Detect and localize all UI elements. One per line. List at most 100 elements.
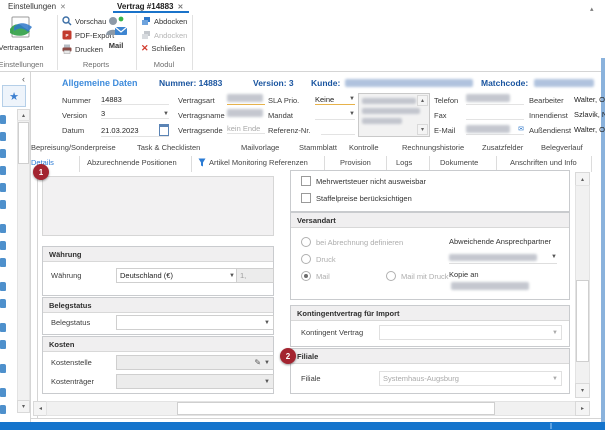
list-item-icon[interactable] [0,132,6,141]
address-scroll-up-button[interactable]: ▴ [417,95,428,106]
content-scroll-down-button[interactable]: ▾ [575,383,590,398]
panel-border [37,172,38,418]
page-title: Allgemeine Daten [62,78,138,88]
calendar-icon[interactable] [159,124,169,136]
kurs-field[interactable]: 1, [236,268,274,283]
sla-prio-combobox[interactable]: Keine ▼ [315,94,355,105]
mail-person-icon [104,15,128,39]
list-item-icon[interactable] [0,183,6,192]
kontingent-vertrag-combobox[interactable]: ▼ [379,325,562,340]
referenz-nr-field[interactable] [321,124,355,135]
tab-anschriften[interactable]: Anschriften und Info [510,158,577,167]
hscrollbar-thumb[interactable] [177,402,495,415]
list-item-icon[interactable] [0,282,6,291]
tab-provision[interactable]: Provision [340,158,371,167]
collapse-panel-icon[interactable]: ‹ [22,74,25,84]
list-item-icon[interactable] [0,299,6,308]
belegstatus-group: Belegstatus Belegstatus ▼ [42,297,274,335]
list-item-icon[interactable] [0,224,6,233]
list-item-icon[interactable] [0,166,6,175]
list-item-icon[interactable] [0,388,6,397]
version-combobox[interactable]: 3 ▼ [101,109,169,119]
email-field[interactable]: ✉ [466,124,524,135]
tab-bepreisung[interactable]: Bepreisung/Sonderpreise [31,143,116,152]
kostentraeger-combobox[interactable]: ▼ [116,374,274,389]
tab-kontrolle[interactable]: Kontrolle [349,143,379,152]
list-item-icon[interactable] [0,340,6,349]
scrollbar-thumb[interactable] [18,122,29,164]
kostenstelle-combobox[interactable]: ✎ ▼ [116,355,274,370]
list-item-icon[interactable] [0,200,6,209]
vertragsname-field[interactable] [227,109,265,119]
radio-bei-abrechnung[interactable]: bei Abrechnung definieren [301,237,403,247]
list-item-icon[interactable] [0,323,6,332]
datum-field[interactable]: 21.03.2023 [101,124,169,137]
nummer-field[interactable]: 14883 [101,95,169,105]
list-item-icon[interactable] [0,364,6,373]
radio-druck[interactable]: Druck [301,254,336,264]
pencil-icon[interactable]: ✎ [254,358,261,367]
bearbeiter-combobox[interactable]: Walter, Olive ▼ [574,95,605,104]
radio-mail-mit-druck[interactable]: Mail mit Druck [386,271,449,281]
tab-belegverlauf[interactable]: Belegverlauf [541,143,583,152]
list-item-icon[interactable] [0,405,6,414]
fax-field[interactable] [466,109,524,120]
vertragsart-field[interactable] [227,94,265,105]
checkbox-staffelpreise[interactable]: Staffelpreise berücksichtigen [301,193,412,203]
field-label-email: E-Mail [434,126,455,135]
ribbon-group-reports: Reports [60,60,132,69]
mandat-combobox[interactable]: ▼ [315,109,355,120]
tab-mailvorlage[interactable]: Mailvorlage [241,143,279,152]
tab-zusatzfelder[interactable]: Zusatzfelder [482,143,523,152]
drucken-button[interactable]: Drucken [62,44,103,54]
close-icon[interactable]: ✕ [178,3,184,11]
tab-rechnungshistorie[interactable]: Rechnungshistorie [402,143,464,152]
list-item-icon[interactable] [0,258,6,267]
vertragsarten-button[interactable]: Vertragsarten [0,15,56,52]
checkbox-mehrwertsteuer[interactable]: Mehrwertsteuer nicht ausweisbar [301,176,426,186]
belegstatus-combobox[interactable]: ▼ [116,315,274,330]
filiale-combobox[interactable]: Systemhaus-Augsburg ▼ [379,371,562,386]
hscroll-right-button[interactable]: ▸ [575,401,590,416]
address-scroll-down-button[interactable]: ▾ [417,124,428,135]
list-item-icon[interactable] [0,149,6,158]
tab-logs[interactable]: Logs [396,158,412,167]
ribbon-separator [136,15,137,70]
list-item-icon[interactable] [0,115,6,124]
waehrung-combobox[interactable]: Deutschland (€) ▼ [116,268,239,283]
status-bar [0,422,605,430]
ribbon-group-modul: Modul [138,60,190,69]
left-sidebar: ‹ ★ ▴ ▾ [0,72,31,422]
tab-abzurechnende-positionen[interactable]: Abzurechnende Positionen [87,158,177,167]
aussendienst-combobox[interactable]: Walter, Olive ▼ [574,125,605,134]
close-icon[interactable]: ✕ [60,3,66,11]
scroll-down-button[interactable]: ▾ [17,400,30,413]
mail-button[interactable]: Mail [100,15,132,50]
radio-mail[interactable]: Mail [301,271,330,281]
favorites-button[interactable]: ★ [2,85,26,107]
group-header-kontingentvertrag: Kontingentvertrag für Import [291,306,569,321]
abweichende-ansprechpartner-combobox[interactable]: ▼ [449,251,557,264]
envelope-icon[interactable]: ✉ [518,126,524,133]
memo-textarea[interactable] [42,176,274,236]
address-box[interactable]: ▴ ▾ [358,93,430,137]
radio-icon [301,254,311,264]
status-bar-divider [550,423,552,429]
redacted-address-line [362,98,416,104]
telefon-field[interactable] [466,94,524,105]
doc-tab-vertrag[interactable]: Vertrag #14883 ✕ [117,2,183,11]
schliessen-button[interactable]: ✕ Schließen [141,44,185,53]
star-icon: ★ [9,90,19,103]
tab-stammblatt[interactable]: Stammblatt [299,143,337,152]
tab-artikel-monitoring[interactable]: Artikel Monitoring Referenzen [209,158,308,167]
ribbon-collapse-icon[interactable]: ▴ [590,5,594,13]
innendienst-combobox[interactable]: Szlavik, N ▼ [574,110,605,119]
vertragsende-field[interactable]: kein Ende [227,124,265,134]
doc-tab-einstellungen[interactable]: Einstellungen ✕ [8,2,66,11]
list-item-icon[interactable] [0,241,6,250]
tab-dokumente[interactable]: Dokumente [440,158,478,167]
content-scrollbar-thumb[interactable] [576,280,589,362]
abdocken-button[interactable]: Abdocken [141,16,187,26]
andocken-button[interactable]: Andocken [141,30,187,40]
tab-task-checklisten[interactable]: Task & Checklisten [137,143,200,152]
